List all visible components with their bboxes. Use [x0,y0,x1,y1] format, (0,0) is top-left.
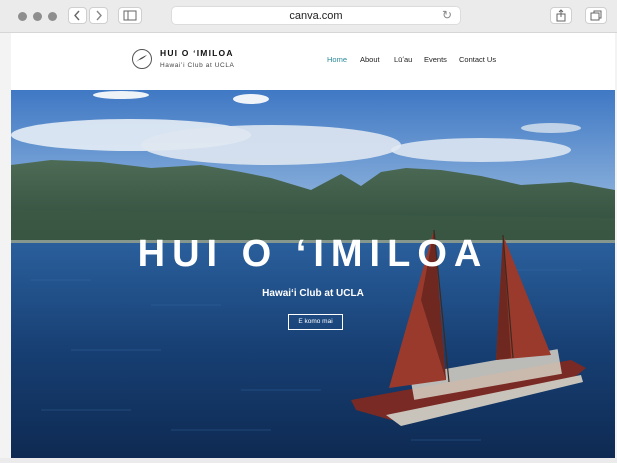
forward-button[interactable] [89,7,108,24]
zoom-window-button[interactable] [48,12,57,21]
browser-toolbar: canva.com ↻ [0,0,617,33]
nav-contact-us[interactable]: Contact Us [459,55,496,64]
hero-section: HUI O ʻIMILOA Hawaiʻi Club at UCLA E kom… [11,90,615,458]
chevron-right-icon [96,10,102,21]
share-button[interactable] [550,7,572,24]
hero-subtitle: Hawaiʻi Club at UCLA [262,288,364,299]
window-bottom-edge [0,458,617,463]
site-header: HUI O ʻIMILOA Hawaiʻi Club at UCLA Home … [11,33,615,89]
address-bar[interactable]: canva.com ↻ [171,6,461,25]
left-margin [0,33,11,458]
tabs-icon [590,10,602,21]
nav-events[interactable]: Events [424,55,447,64]
logo-title[interactable]: HUI O ʻIMILOA [160,48,234,58]
share-icon [556,9,566,22]
chevron-left-icon [74,10,80,21]
reload-icon[interactable]: ↻ [442,8,452,22]
logo-icon[interactable] [132,49,152,69]
sidebar-icon [123,10,137,21]
back-button[interactable] [68,7,87,24]
hero-title: HUI O ʻIMILOA [137,233,489,275]
close-window-button[interactable] [18,12,27,21]
tabs-button[interactable] [585,7,607,24]
nav-about[interactable]: About [360,55,380,64]
welcome-button[interactable]: E komo mai [288,314,343,330]
minimize-window-button[interactable] [33,12,42,21]
nav-luau[interactable]: Lūʻau [394,55,412,64]
logo-subtitle: Hawaiʻi Club at UCLA [160,62,235,69]
bird-icon [136,55,147,62]
sidebar-toggle-button[interactable] [118,7,142,24]
url-text: canva.com [289,10,343,22]
nav-home[interactable]: Home [327,55,347,64]
